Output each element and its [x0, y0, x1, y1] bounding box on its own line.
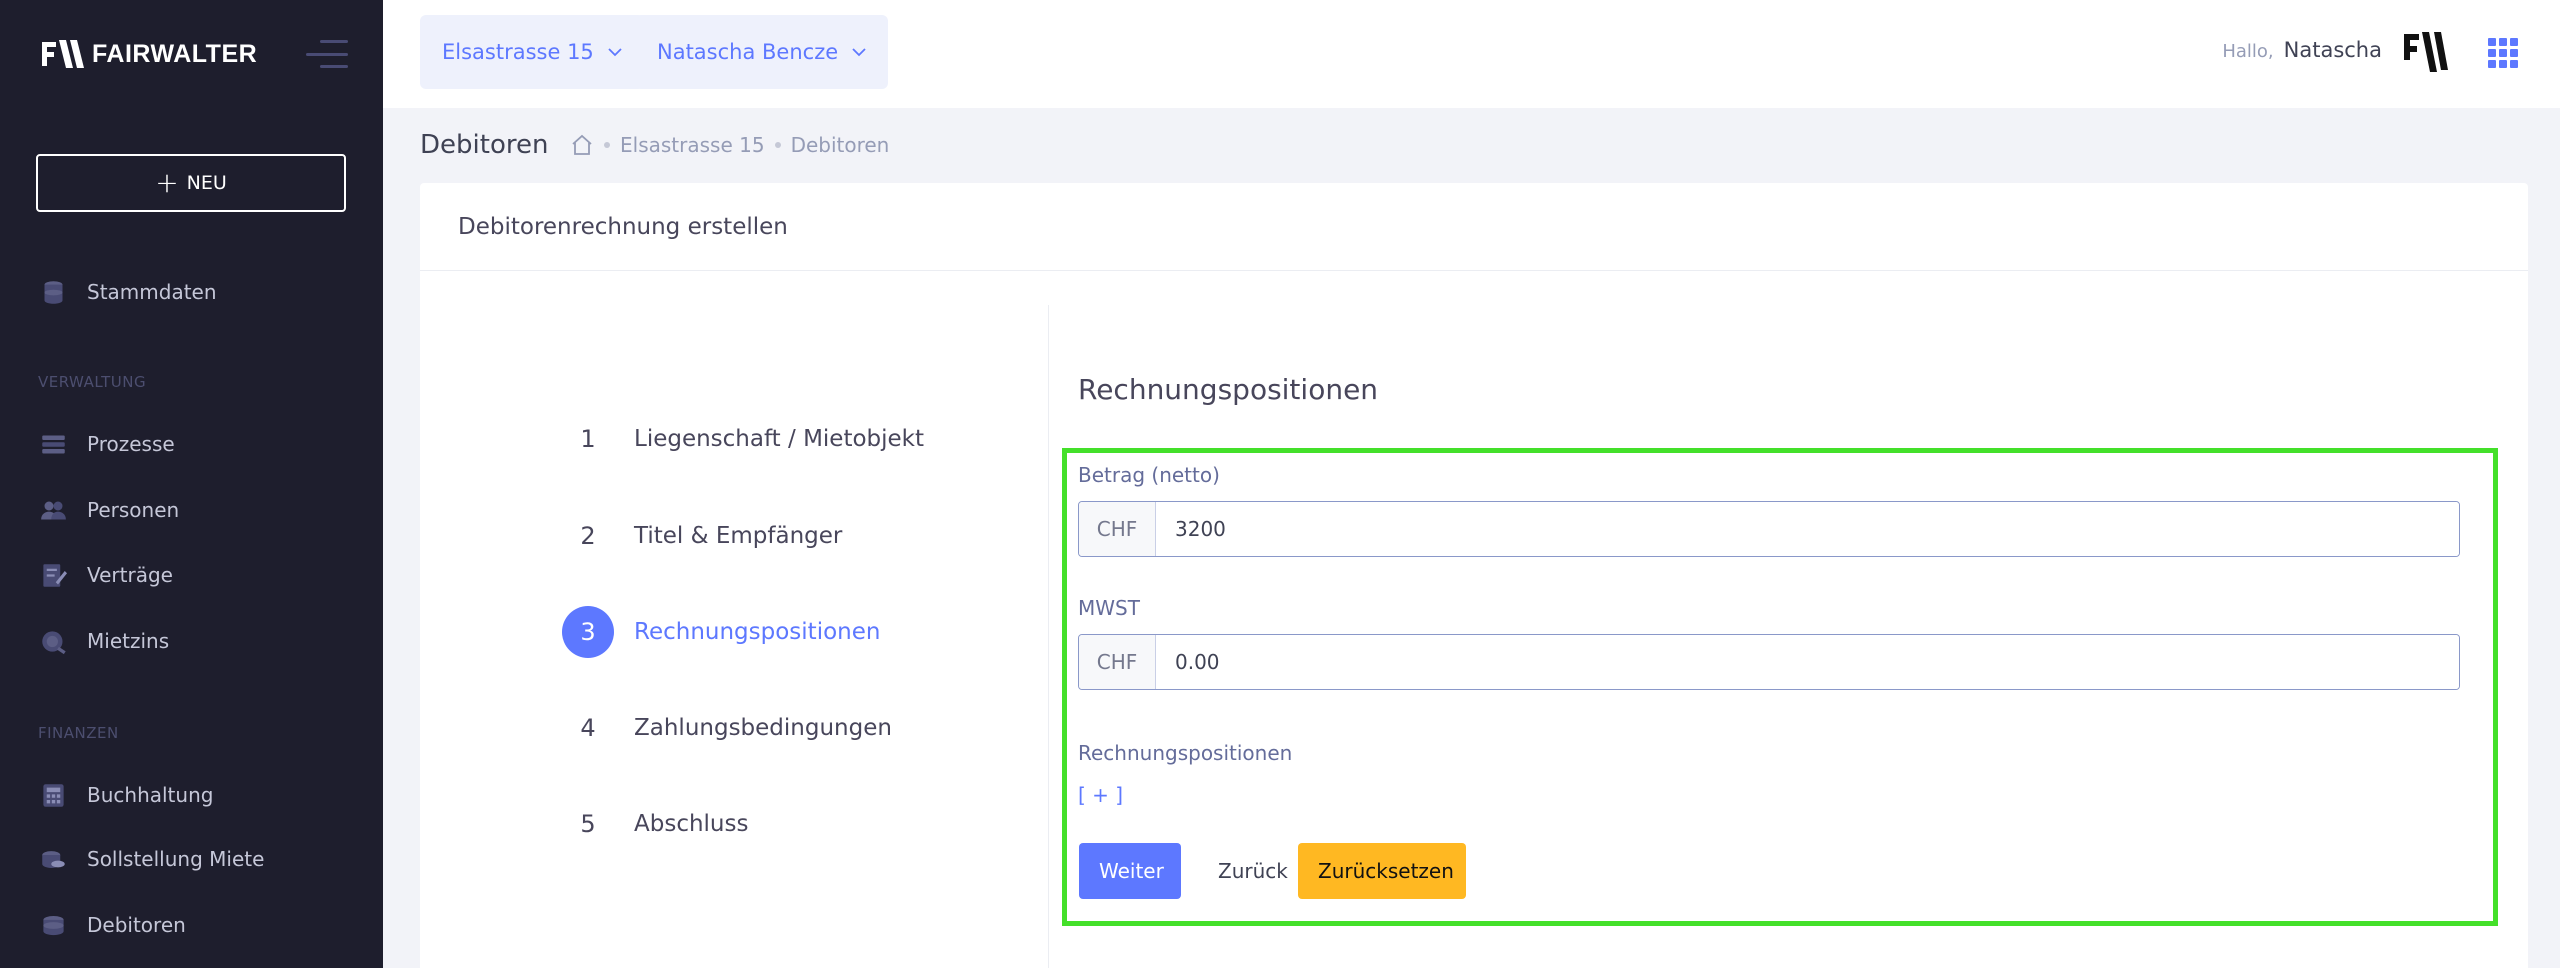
wizard-step-5[interactable]: 5 Abschluss	[562, 798, 748, 850]
person-dropdown[interactable]: Natascha Bencze	[635, 15, 889, 89]
sidebar-item-label: Verträge	[87, 563, 173, 587]
sidebar: FAIRWALTER + NEU Stammdaten VERWALTUNG P…	[0, 0, 383, 968]
breadcrumb-separator	[604, 142, 610, 148]
sidebar-item-buchhaltung[interactable]: Buchhaltung	[40, 777, 213, 813]
home-icon[interactable]	[570, 134, 594, 156]
step-number: 2	[580, 522, 596, 550]
brand-logo[interactable]: FAIRWALTER	[40, 38, 257, 70]
vat-input-group: CHF	[1078, 634, 2460, 690]
coins-icon	[42, 850, 65, 868]
sidebar-item-label: Prozesse	[87, 432, 175, 456]
step-label: Liegenschaft / Mietobjekt	[634, 426, 925, 452]
card-title: Debitorenrechnung erstellen	[420, 183, 2528, 271]
page-title: Debitoren	[420, 130, 549, 160]
new-button-label: NEU	[186, 172, 227, 194]
brand-name: FAIRWALTER	[92, 39, 258, 68]
step-label: Titel & Empfänger	[634, 523, 843, 549]
step-number: 5	[580, 810, 596, 838]
rent-icon	[42, 630, 66, 654]
reset-button[interactable]: Zurücksetzen	[1298, 843, 1466, 899]
database-icon	[44, 280, 63, 304]
step-number: 4	[580, 714, 596, 742]
breadcrumb-item-debitoren[interactable]: Debitoren	[791, 133, 890, 157]
sidebar-item-label: Personen	[87, 498, 180, 522]
sidebar-item-label: Stammdaten	[87, 280, 217, 304]
user-avatar-logo-icon[interactable]	[2402, 30, 2448, 74]
step-label: Rechnungspositionen	[634, 619, 881, 645]
wizard-step-2[interactable]: 2 Titel & Empfänger	[562, 510, 842, 562]
calculator-icon	[43, 783, 64, 807]
wizard-step-3[interactable]: 3 Rechnungspositionen	[562, 606, 880, 658]
wizard-step-1[interactable]: 1 Liegenschaft / Mietobjekt	[562, 413, 924, 465]
greeting-text: Hallo,	[2222, 41, 2274, 62]
step-label: Zahlungsbedingungen	[634, 715, 892, 741]
currency-addon: CHF	[1079, 635, 1156, 689]
fairwalter-logo-icon	[42, 40, 84, 68]
plus-icon: +	[155, 166, 179, 199]
wizard-divider	[1048, 305, 1049, 968]
sidebar-item-label: Buchhaltung	[87, 783, 214, 807]
breadcrumb-separator	[774, 142, 781, 148]
chevron-down-icon	[608, 47, 622, 56]
sidebar-item-mietzins[interactable]: Mietzins	[40, 623, 169, 659]
sidebar-item-label: Debitoren	[87, 913, 186, 937]
apps-grid-icon[interactable]	[2488, 38, 2518, 68]
sidebar-item-personen[interactable]: Personen	[40, 492, 179, 528]
property-dropdown-label: Elsastrasse 15	[442, 40, 594, 64]
vat-label: MWST	[1078, 596, 1140, 620]
sidebar-item-label: Sollstellung Miete	[87, 847, 265, 871]
currency-addon: CHF	[1079, 502, 1156, 556]
process-icon	[42, 435, 65, 453]
user-name: Natascha	[2283, 38, 2382, 62]
vat-input[interactable]	[1156, 635, 2459, 689]
step-number: 3	[562, 606, 614, 658]
top-header: Elsastrasse 15 Natascha Bencze Hallo, Na…	[383, 0, 2560, 108]
amount-input[interactable]	[1156, 502, 2459, 556]
coins-stack-icon	[43, 915, 64, 935]
sidebar-item-sollstellung-miete[interactable]: Sollstellung Miete	[40, 841, 264, 877]
sidebar-item-debitoren[interactable]: Debitoren	[40, 907, 186, 943]
nav-section-finanzen: FINANZEN	[38, 724, 119, 742]
step-label: Abschluss	[634, 811, 749, 837]
new-button[interactable]: + NEU	[36, 154, 346, 212]
positions-label: Rechnungspositionen	[1078, 741, 1293, 765]
add-position-link[interactable]: [ + ]	[1078, 783, 1123, 807]
wizard-step-4[interactable]: 4 Zahlungsbedingungen	[562, 702, 892, 754]
person-dropdown-label: Natascha Bencze	[657, 40, 839, 64]
invoice-wizard-card: Debitorenrechnung erstellen 1 Liegenscha…	[420, 183, 2528, 968]
form-section-title: Rechnungspositionen	[1078, 373, 1379, 406]
back-button[interactable]: Zurück	[1198, 843, 1308, 899]
amount-input-group: CHF	[1078, 501, 2460, 557]
property-dropdown[interactable]: Elsastrasse 15	[420, 15, 644, 89]
sidebar-item-prozesse[interactable]: Prozesse	[40, 426, 175, 462]
step-number: 1	[580, 425, 596, 453]
amount-label: Betrag (netto)	[1078, 463, 1220, 487]
user-greeting[interactable]: Hallo, Natascha	[2222, 38, 2382, 62]
sidebar-item-vertraege[interactable]: Verträge	[40, 557, 173, 593]
chevron-down-icon	[852, 47, 866, 56]
next-button[interactable]: Weiter	[1079, 843, 1181, 899]
breadcrumb: Elsastrasse 15 Debitoren	[570, 133, 889, 157]
nav-section-verwaltung: VERWALTUNG	[38, 373, 147, 391]
sidebar-toggle-icon[interactable]	[306, 40, 348, 68]
sidebar-item-label: Mietzins	[87, 629, 170, 653]
sidebar-item-stammdaten[interactable]: Stammdaten	[40, 274, 217, 310]
people-icon	[41, 501, 66, 519]
contract-icon	[43, 563, 67, 587]
breadcrumb-item-property[interactable]: Elsastrasse 15	[620, 133, 765, 157]
